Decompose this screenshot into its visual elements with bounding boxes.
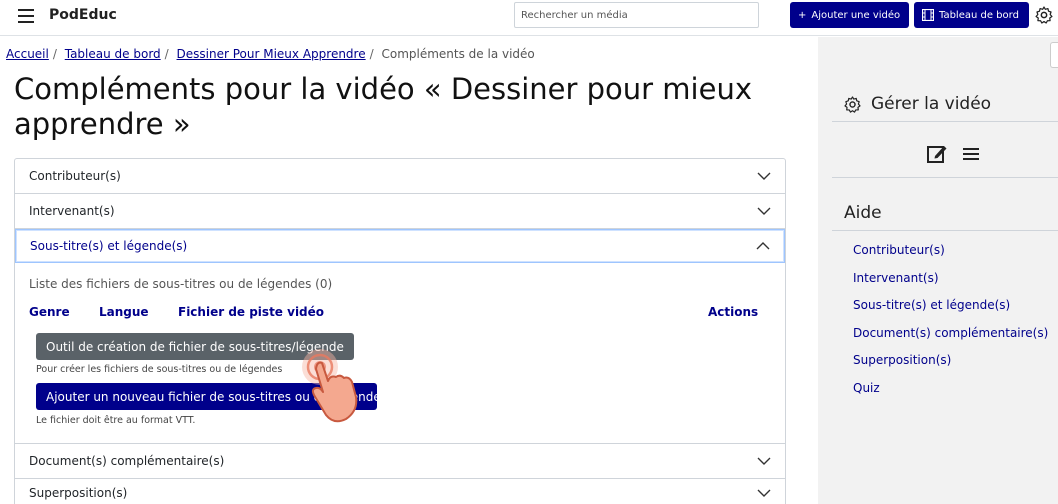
dashboard-button[interactable]: Tableau de bord: [914, 2, 1029, 28]
gear-icon: [844, 95, 861, 113]
manage-video-heading: Gérer la vidéo: [843, 94, 991, 114]
subtitles-panel: Liste des fichiers de sous-titres ou de …: [15, 263, 785, 443]
chevron-up-icon: [756, 242, 770, 250]
sidebar-toggle-tab[interactable]: [1050, 42, 1058, 68]
accordion: Contributeur(s) Intervenant(s) Sous-titr…: [14, 158, 786, 504]
accordion-item-subtitles: Sous-titre(s) et légende(s) Liste des fi…: [15, 229, 785, 444]
help-link-contributors[interactable]: Contributeur(s): [853, 243, 1048, 271]
accordion-label: Contributeur(s): [29, 169, 121, 183]
film-icon: [922, 9, 934, 21]
accordion-item-speakers: Intervenant(s): [15, 194, 785, 229]
add-video-label: Ajouter une vidéo: [811, 9, 901, 21]
col-actions: Actions: [708, 305, 759, 319]
plus-icon: +: [798, 9, 807, 21]
chevron-down-icon: [757, 172, 771, 180]
breadcrumb-home[interactable]: Accueil: [6, 47, 49, 61]
col-track-file: Fichier de piste vidéo: [178, 305, 325, 319]
subtitle-tool-help: Pour créer les fichiers de sous-titres o…: [36, 364, 283, 375]
breadcrumb: Accueil / Tableau de bord / Dessiner Pour …: [6, 47, 535, 61]
list-icon[interactable]: [962, 146, 980, 162]
manage-video-title: Gérer la vidéo: [871, 94, 992, 114]
help-heading: Aide: [844, 203, 882, 223]
help-link-overlays[interactable]: Superposition(s): [853, 353, 1048, 381]
chevron-down-icon: [757, 457, 771, 465]
accordion-header-documents[interactable]: Document(s) complémentaire(s): [15, 444, 785, 478]
help-link-subtitles[interactable]: Sous-titre(s) et légende(s): [853, 298, 1048, 326]
breadcrumb-video[interactable]: Dessiner Pour Mieux Apprendre: [177, 47, 366, 61]
divider: [832, 177, 1058, 178]
accordion-header-contributors[interactable]: Contributeur(s): [15, 159, 785, 193]
click-pointer-icon: [302, 349, 358, 423]
edit-icon[interactable]: [926, 143, 948, 165]
accordion-header-subtitles[interactable]: Sous-titre(s) et légende(s): [15, 229, 785, 263]
help-link-documents[interactable]: Document(s) complémentaire(s): [853, 326, 1048, 354]
subtitles-list-title: Liste des fichiers de sous-titres ou de …: [29, 277, 333, 291]
breadcrumb-dashboard[interactable]: Tableau de bord: [65, 47, 161, 61]
subtitles-table-header: Genre Langue Fichier de piste vidéo Acti…: [29, 305, 771, 321]
brand-logo[interactable]: PodEduc: [49, 7, 117, 23]
breadcrumb-current: Compléments de la vidéo: [381, 47, 535, 61]
divider: [832, 230, 1058, 231]
col-language: Langue: [99, 305, 149, 319]
accordion-label: Intervenant(s): [29, 204, 115, 218]
video-tools: [926, 143, 980, 165]
accordion-label: Sous-titre(s) et légende(s): [30, 239, 188, 253]
accordion-header-speakers[interactable]: Intervenant(s): [15, 194, 785, 228]
accordion-label: Document(s) complémentaire(s): [29, 454, 225, 468]
menu-icon[interactable]: [18, 9, 34, 23]
top-navbar: PodEduc + Ajouter une vidéo Tableau de b…: [0, 0, 1058, 36]
col-genre: Genre: [29, 305, 70, 319]
accordion-header-overlays[interactable]: Superposition(s): [15, 479, 785, 504]
dashboard-label: Tableau de bord: [939, 9, 1019, 21]
accordion-label: Superposition(s): [29, 486, 128, 500]
chevron-down-icon: [757, 207, 771, 215]
help-link-speakers[interactable]: Intervenant(s): [853, 271, 1048, 299]
accordion-item-documents: Document(s) complémentaire(s): [15, 444, 785, 479]
gear-icon[interactable]: [1034, 5, 1054, 25]
chevron-down-icon: [757, 489, 771, 497]
help-links: Contributeur(s) Intervenant(s) Sous-titr…: [853, 243, 1048, 408]
help-link-quiz[interactable]: Quiz: [853, 381, 1048, 409]
accordion-item-overlays: Superposition(s): [15, 479, 785, 504]
search-input[interactable]: [514, 2, 759, 28]
divider: [832, 121, 1058, 122]
add-subtitle-help: Le fichier doit être au format VTT.: [36, 415, 196, 426]
accordion-item-contributors: Contributeur(s): [15, 159, 785, 194]
page-title: Compléments pour la vidéo « Dessiner pou…: [14, 72, 752, 141]
add-video-button[interactable]: + Ajouter une vidéo: [790, 2, 909, 28]
